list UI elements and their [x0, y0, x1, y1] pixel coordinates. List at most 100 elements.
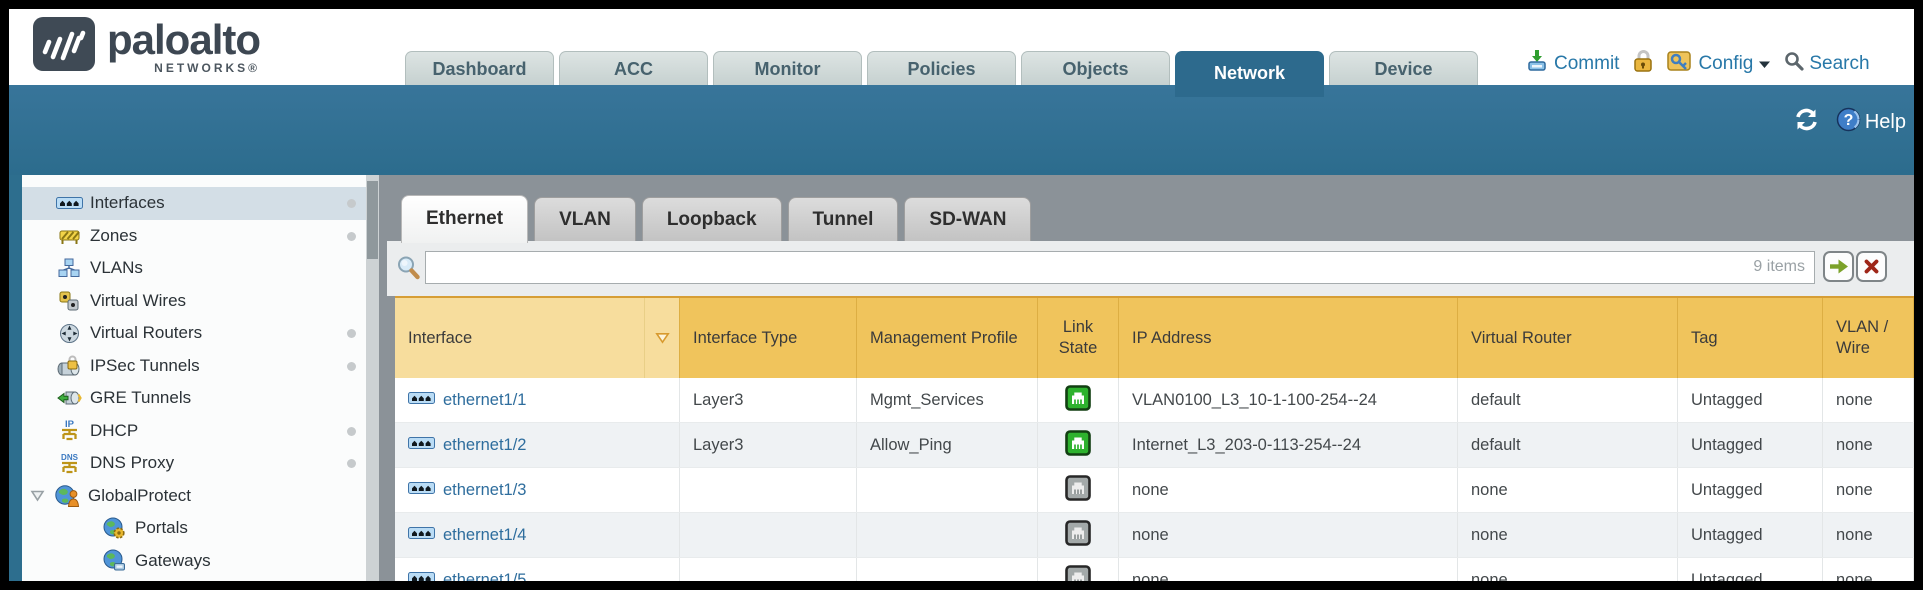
- sidebar-item-label: IPSec Tunnels: [90, 356, 200, 376]
- table-row-ethernet1-4[interactable]: ethernet1/4nonenoneUntaggednone: [395, 513, 1914, 558]
- sidebar-item-dot: [347, 329, 356, 338]
- search-menu[interactable]: Search: [1784, 51, 1869, 77]
- column-header-tag[interactable]: Tag: [1678, 298, 1823, 378]
- column-header-interface-label: Interface: [408, 328, 472, 349]
- svg-text:DNS: DNS: [61, 453, 79, 462]
- sidebar-item-portals[interactable]: Portals: [22, 512, 366, 545]
- interface-link[interactable]: ethernet1/2: [443, 436, 526, 455]
- clear-filter-button[interactable]: [1856, 251, 1887, 282]
- nav-tab-objects[interactable]: Objects: [1021, 51, 1170, 85]
- table-row-ethernet1-3[interactable]: ethernet1/3nonenoneUntaggednone: [395, 468, 1914, 513]
- interface-link[interactable]: ethernet1/3: [443, 481, 526, 500]
- column-header-link-state-label: Link State: [1051, 317, 1105, 358]
- sidebar-item-globalprotect[interactable]: GlobalProtect: [22, 480, 366, 513]
- cell-interface: ethernet1/1: [395, 378, 680, 422]
- sidebar-item-virtual-routers[interactable]: Virtual Routers: [22, 317, 366, 350]
- svg-text:IP: IP: [65, 419, 75, 430]
- virtual-routers-icon: [55, 323, 83, 344]
- tab-ethernet[interactable]: Ethernet: [401, 195, 528, 243]
- apply-filter-button[interactable]: [1823, 251, 1854, 282]
- table-row-ethernet1-2[interactable]: ethernet1/2Layer3Allow_PingInternet_L3_2…: [395, 423, 1914, 468]
- sidebar-item-zones[interactable]: Zones: [22, 220, 366, 253]
- sidebar-item-vlans[interactable]: VLANs: [22, 252, 366, 285]
- sidebar-item-label: Virtual Wires: [90, 291, 186, 311]
- table-header-row: Interface Interface Type Management Prof…: [395, 298, 1914, 378]
- refresh-icon[interactable]: [1793, 108, 1820, 137]
- search-label: Search: [1809, 53, 1869, 75]
- sidebar-item-gre-tunnels[interactable]: GRE Tunnels: [22, 382, 366, 415]
- top-bar: paloalto NETWORKS® DashboardACCMonitorPo…: [9, 9, 1914, 85]
- column-header-management-profile[interactable]: Management Profile: [857, 298, 1038, 378]
- tab-loopback[interactable]: Loopback: [642, 197, 782, 241]
- cell-ip-address: Internet_L3_203-0-113-254--24: [1119, 423, 1458, 467]
- nav-tab-dashboard[interactable]: Dashboard: [405, 51, 554, 85]
- cell-management-profile: Mgmt_Services: [857, 378, 1038, 422]
- cell-ip-address: none: [1119, 558, 1458, 581]
- table-row-ethernet1-1[interactable]: ethernet1/1 Layer3Mgmt_Services VLAN0100_L…: [395, 378, 1914, 423]
- sidebar-item-label: Zones: [90, 226, 137, 246]
- config-icon: [1667, 49, 1693, 79]
- header-actions: Commit Config Search: [1525, 49, 1870, 79]
- column-header-ip-address[interactable]: IP Address: [1119, 298, 1458, 378]
- paloalto-logo-icon: [33, 17, 95, 78]
- lock-icon[interactable]: [1632, 49, 1654, 79]
- sidebar-item-dot: [347, 459, 356, 468]
- tab-sd-wan[interactable]: SD-WAN: [904, 197, 1031, 241]
- logo-wordmark: paloalto: [107, 17, 260, 63]
- column-header-vlan-wire-label: VLAN / Wire: [1836, 317, 1900, 358]
- link-down-icon: [1065, 520, 1091, 551]
- sidebar-item-label: Portals: [135, 518, 188, 538]
- interface-link[interactable]: ethernet1/5: [443, 571, 526, 582]
- sidebar-item-dhcp[interactable]: IPDHCP: [22, 415, 366, 448]
- sidebar: Interfaces Zones VLANs Virtual Wires Virtual…: [9, 175, 387, 581]
- column-header-link-state[interactable]: Link State: [1038, 298, 1119, 378]
- column-header-ip-address-label: IP Address: [1132, 328, 1212, 349]
- interface-link[interactable]: ethernet1/4: [443, 526, 526, 545]
- expander-down-icon[interactable]: [30, 489, 50, 502]
- column-header-vlan-wire[interactable]: VLAN / Wire: [1823, 298, 1914, 378]
- table-body: ethernet1/1 Layer3Mgmt_Services VLAN0100_L…: [395, 378, 1914, 581]
- cell-interface-type: Layer3: [680, 423, 857, 467]
- help-button[interactable]: ? Help: [1836, 107, 1906, 138]
- sidebar-item-gateways[interactable]: Gateways: [22, 545, 366, 578]
- nav-tab-monitor[interactable]: Monitor: [713, 51, 862, 85]
- sidebar-item-virtual-wires[interactable]: Virtual Wires: [22, 285, 366, 318]
- cell-interface-type: Layer3: [680, 378, 857, 422]
- column-header-interface-type[interactable]: Interface Type: [680, 298, 857, 378]
- cell-tag: Untagged: [1678, 558, 1823, 581]
- cell-link-state: [1038, 558, 1119, 581]
- logo-text: paloalto NETWORKS®: [107, 17, 260, 75]
- cell-interface: ethernet1/2: [395, 423, 680, 467]
- column-header-management-profile-label: Management Profile: [870, 328, 1018, 349]
- interfaces-table: Interface Interface Type Management Prof…: [395, 296, 1914, 581]
- table-row-ethernet1-5[interactable]: ethernet1/5nonenoneUntaggednone: [395, 558, 1914, 581]
- cell-management-profile: [857, 558, 1038, 581]
- column-header-interface[interactable]: Interface: [395, 298, 645, 378]
- nav-tab-device[interactable]: Device: [1329, 51, 1478, 85]
- sidebar-scrollbar-thumb[interactable]: [367, 181, 378, 259]
- cell-ip-address: VLAN0100_L3_10-1-100-254--24: [1119, 378, 1458, 422]
- column-filter-button[interactable]: [645, 298, 680, 378]
- sidebar-item-ipsec-tunnels[interactable]: IPSec Tunnels: [22, 350, 366, 383]
- sidebar-item-interfaces[interactable]: Interfaces: [22, 187, 366, 220]
- cell-interface-type: [680, 558, 857, 581]
- nav-tab-policies[interactable]: Policies: [867, 51, 1016, 85]
- sidebar-item-label: Virtual Routers: [90, 323, 202, 343]
- logo-networks: NETWORKS®: [107, 61, 260, 75]
- config-menu[interactable]: Config: [1667, 49, 1771, 79]
- help-label: Help: [1865, 111, 1906, 134]
- nav-tab-network[interactable]: Network: [1175, 51, 1324, 97]
- cell-ip-address: none: [1119, 468, 1458, 512]
- dns-proxy-icon: DNS: [55, 452, 83, 475]
- sidebar-item-dns-proxy[interactable]: DNSDNS Proxy: [22, 447, 366, 480]
- interface-link[interactable]: ethernet1/1: [443, 391, 526, 410]
- nav-tab-acc[interactable]: ACC: [559, 51, 708, 85]
- main-content: EthernetVLANLoopbackTunnelSD-WAN 9 items…: [387, 175, 1914, 581]
- column-header-virtual-router[interactable]: Virtual Router: [1458, 298, 1678, 378]
- filter-input[interactable]: [425, 251, 1815, 284]
- sidebar-scrollbar[interactable]: [366, 175, 379, 581]
- tab-tunnel[interactable]: Tunnel: [788, 197, 899, 241]
- sidebar-item-label: VLANs: [90, 258, 143, 278]
- commit-button[interactable]: Commit: [1525, 49, 1619, 79]
- tab-vlan[interactable]: VLAN: [534, 197, 636, 241]
